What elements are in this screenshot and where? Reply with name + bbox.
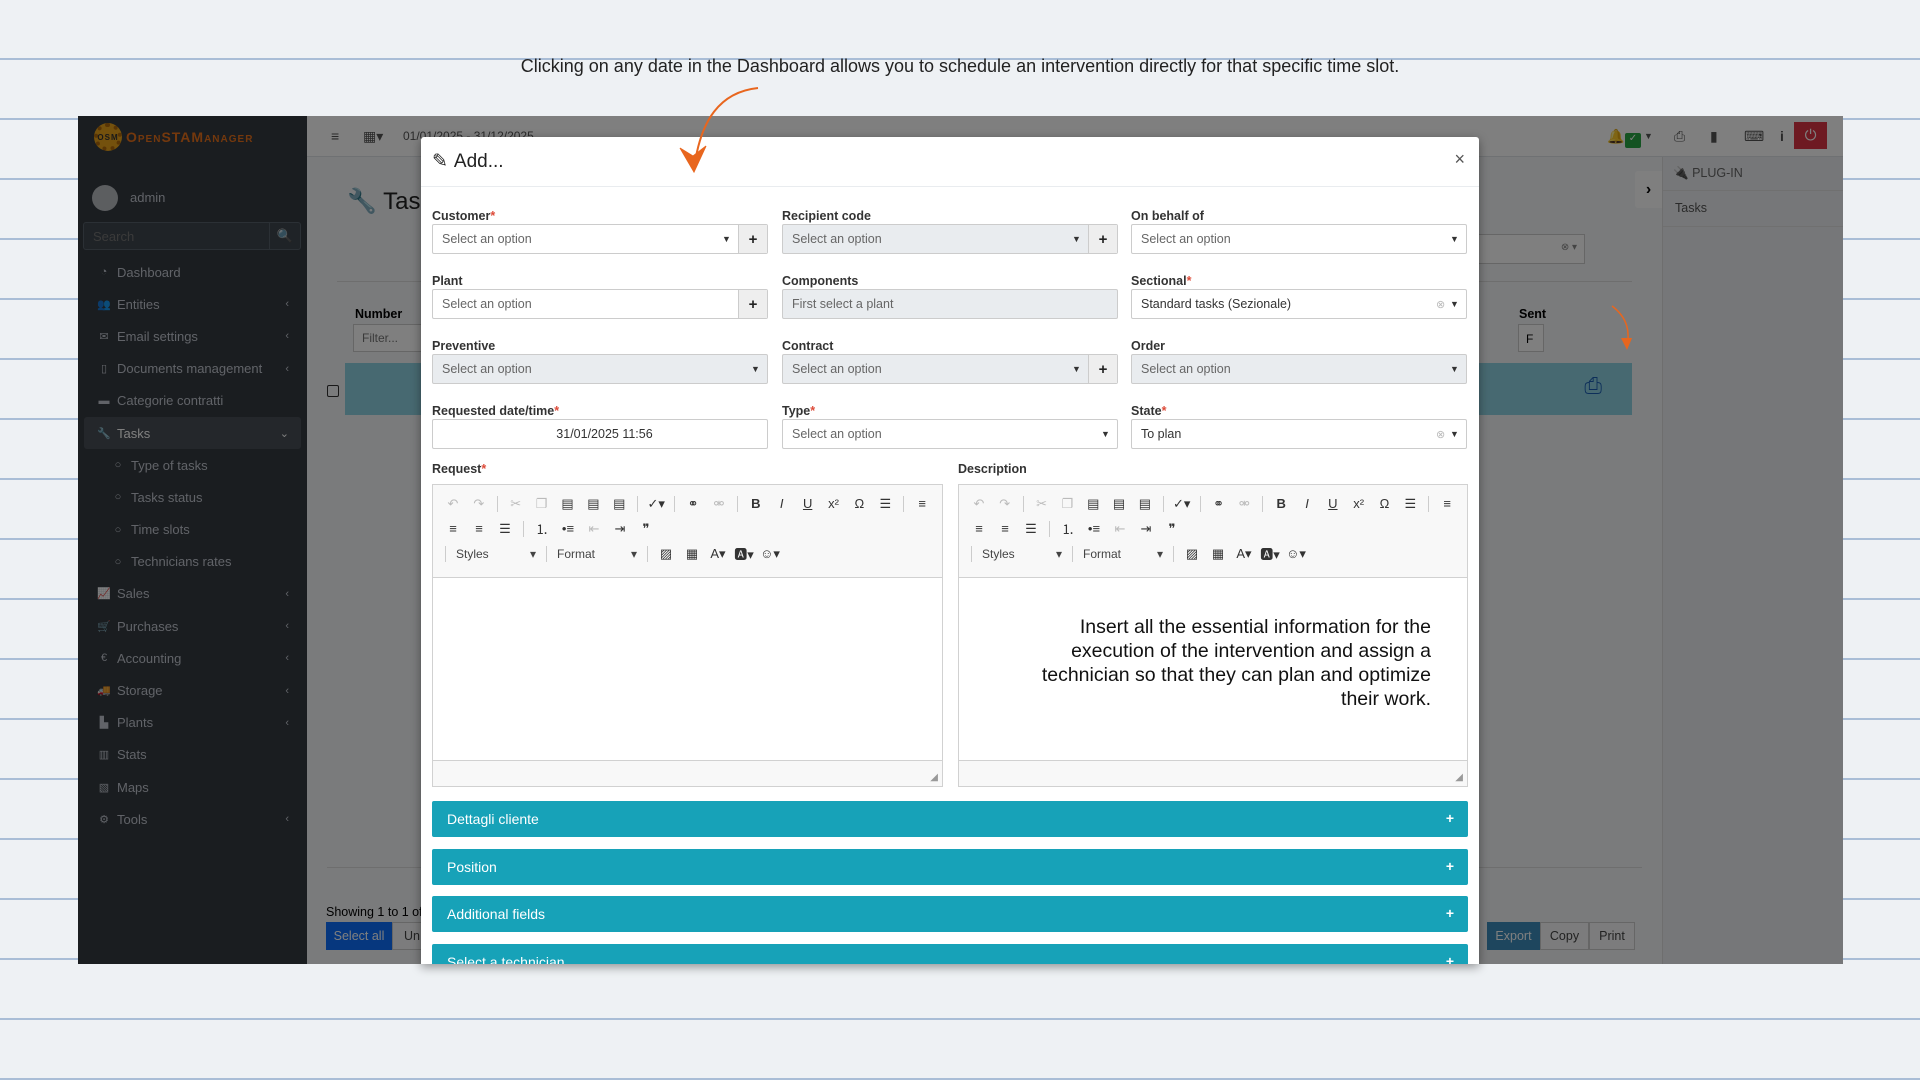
annotation-arrows	[679, 87, 1632, 350]
annotation-arrowhead	[679, 145, 707, 174]
annotation-arrowhead-small	[1621, 338, 1632, 350]
annotation-arrow	[693, 87, 759, 171]
